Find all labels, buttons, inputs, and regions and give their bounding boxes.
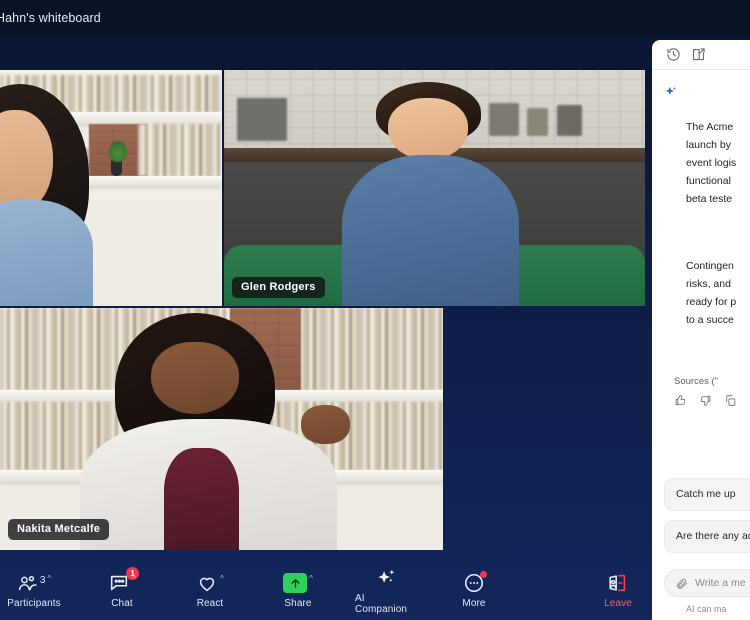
window-titlebar: Hahn's whiteboard [0, 0, 750, 36]
toolbar-react-button[interactable]: ^ React [179, 571, 241, 610]
toolbar-share-label: Share [284, 598, 312, 609]
video-feed-2 [224, 70, 645, 306]
ai-disclaimer: AI can ma [686, 604, 727, 614]
more-dots-icon [463, 571, 487, 594]
toolbar-chat-label: Chat [111, 598, 133, 609]
toolbar-leave-button[interactable]: Leave [587, 571, 649, 609]
meeting-toolbar: 3 ^ Participants 1 ^ Chat ^ React ^ Shar… [0, 560, 652, 620]
thumbs-down-icon[interactable] [699, 394, 712, 407]
heart-icon [196, 572, 218, 594]
video-feed-3 [0, 308, 443, 550]
participant-name-2: Glen Rodgers [232, 277, 325, 298]
chevron-up-icon[interactable]: ^ [132, 575, 136, 583]
share-screen-icon [283, 573, 308, 593]
history-icon[interactable] [666, 47, 681, 62]
toolbar-share-button[interactable]: ^ Share [267, 571, 329, 609]
toolbar-chat-button[interactable]: 1 ^ Chat [91, 567, 153, 609]
toolbar-participants-button[interactable]: 3 ^ Participants [3, 571, 65, 610]
more-notification-dot [480, 571, 487, 578]
video-tile-2[interactable]: Glen Rodgers [224, 70, 645, 306]
video-feed-1 [0, 70, 222, 306]
thumbs-up-icon[interactable] [674, 394, 687, 407]
ai-message-text: The Acme launch by event logis functiona… [686, 82, 750, 365]
toolbar-ai-companion-button[interactable]: AI Companion [355, 566, 417, 615]
ai-composer[interactable]: Write a me [664, 569, 750, 597]
ai-conversation: The Acme launch by event logis functiona… [652, 70, 750, 561]
leave-door-icon [607, 572, 629, 594]
ai-panel-header [652, 40, 750, 70]
video-tile-3[interactable]: Nakita Metcalfe [0, 308, 443, 550]
ai-panel-footer: Write a me AI can ma [652, 561, 750, 620]
ai-message: The Acme launch by event logis functiona… [652, 82, 750, 365]
toolbar-more-label: More [462, 598, 486, 609]
toolbar-ai-companion-label: AI Companion [355, 592, 408, 615]
ai-sparkle-icon [664, 85, 678, 365]
ai-paragraph-1: The Acme launch by event logis functiona… [686, 121, 737, 205]
zoom-meeting-window: Hahn's whiteboard Glen Rodgers Nakita Me… [0, 0, 750, 620]
toolbar-more-button[interactable]: More [443, 571, 505, 609]
toolbar-participants-label: Participants [7, 598, 61, 609]
toolbar-react-label: React [196, 598, 224, 609]
ai-composer-placeholder: Write a me [695, 577, 746, 589]
participants-icon [17, 573, 38, 594]
chevron-up-icon[interactable]: ^ [220, 575, 224, 583]
chevron-up-icon[interactable]: ^ [309, 575, 313, 583]
ai-sources-link[interactable]: Sources (" [674, 376, 750, 387]
ai-companion-panel: The Acme launch by event logis functiona… [652, 40, 750, 620]
ai-paragraph-2: Contingen risks, and ready for p to a su… [686, 260, 737, 326]
ai-feedback-row [674, 394, 750, 407]
ai-sparkle-icon [375, 566, 398, 589]
paperclip-icon[interactable] [675, 577, 688, 590]
ai-suggestion-chips: Catch me up Are there any ac items? [664, 478, 750, 553]
video-tile-1[interactable] [0, 70, 222, 306]
toolbar-leave-label: Leave [604, 598, 632, 609]
participants-count: 3 [39, 574, 46, 586]
window-title: Hahn's whiteboard [0, 11, 101, 25]
suggestion-chip-action-items[interactable]: Are there any ac items? [664, 520, 750, 553]
participant-name-3: Nakita Metcalfe [8, 519, 110, 540]
compose-icon[interactable] [691, 47, 706, 62]
chat-icon: 1 [108, 567, 140, 594]
copy-icon[interactable] [724, 394, 737, 407]
chevron-up-icon[interactable]: ^ [47, 575, 51, 583]
suggestion-chip-catch-me-up[interactable]: Catch me up [664, 478, 750, 511]
video-stage: Glen Rodgers Nakita Metcalfe [0, 36, 652, 620]
